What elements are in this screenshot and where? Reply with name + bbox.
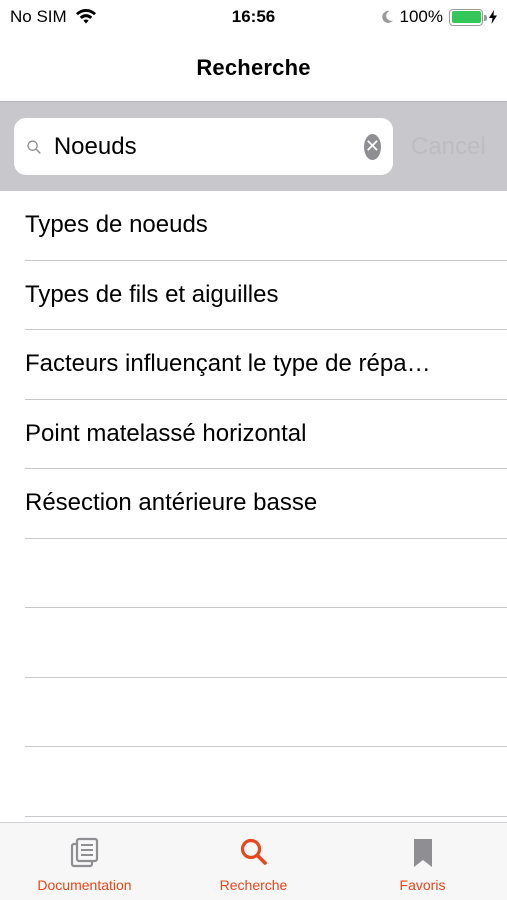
result-item[interactable]: Types de fils et aiguilles — [25, 261, 507, 330]
tab-label: Recherche — [219, 877, 288, 893]
search-bar: ✕ Cancel — [0, 102, 507, 191]
battery-percent: 100% — [399, 7, 443, 26]
bookmark-icon — [413, 839, 432, 867]
result-item[interactable]: Types de noeuds — [25, 191, 507, 261]
magnifier-icon — [27, 139, 41, 154]
wifi-icon — [75, 9, 96, 24]
navigation-bar: Recherche — [0, 34, 507, 102]
status-left: No SIM — [10, 7, 180, 27]
battery-icon — [449, 8, 487, 26]
result-item[interactable]: Résection antérieure basse — [25, 469, 507, 539]
result-item[interactable]: Facteurs influençant le type de répa… — [25, 330, 507, 400]
empty-row — [25, 678, 507, 747]
search-icon — [240, 838, 267, 865]
tab-label: Favoris — [399, 877, 446, 893]
results-list: Types de noeuds Types de fils et aiguill… — [0, 191, 507, 817]
empty-row — [25, 608, 507, 678]
page-title: Recherche — [196, 54, 311, 80]
empty-row — [25, 747, 507, 817]
tab-documentation[interactable]: Documentation — [0, 823, 169, 900]
search-input[interactable] — [53, 132, 364, 161]
tab-favoris[interactable]: Favoris — [338, 823, 507, 900]
charging-bolt-icon — [489, 10, 497, 24]
battery-level — [451, 11, 481, 23]
tab-label: Documentation — [37, 877, 132, 893]
status-bar: No SIM 16:56 100% — [0, 0, 507, 34]
empty-row — [25, 539, 507, 608]
cancel-button[interactable]: Cancel — [411, 133, 486, 161]
battery-tip — [484, 14, 487, 21]
screen: No SIM 16:56 100% Recherche Noeuds ✕ Can… — [0, 0, 507, 900]
clear-text-button[interactable]: ✕ — [363, 133, 381, 160]
moon-icon — [381, 10, 393, 23]
tab-bar: Documentation Recherche Favoris — [0, 822, 507, 900]
document-list-icon — [70, 837, 98, 868]
status-right: 100% — [380, 7, 497, 27]
carrier-label: No SIM — [10, 7, 67, 26]
result-item[interactable]: Point matelassé horizontal — [25, 400, 507, 469]
search-field[interactable]: ✕ — [14, 118, 393, 175]
clear-icon: ✕ — [364, 136, 380, 156]
tab-recherche[interactable]: Recherche — [169, 823, 338, 900]
